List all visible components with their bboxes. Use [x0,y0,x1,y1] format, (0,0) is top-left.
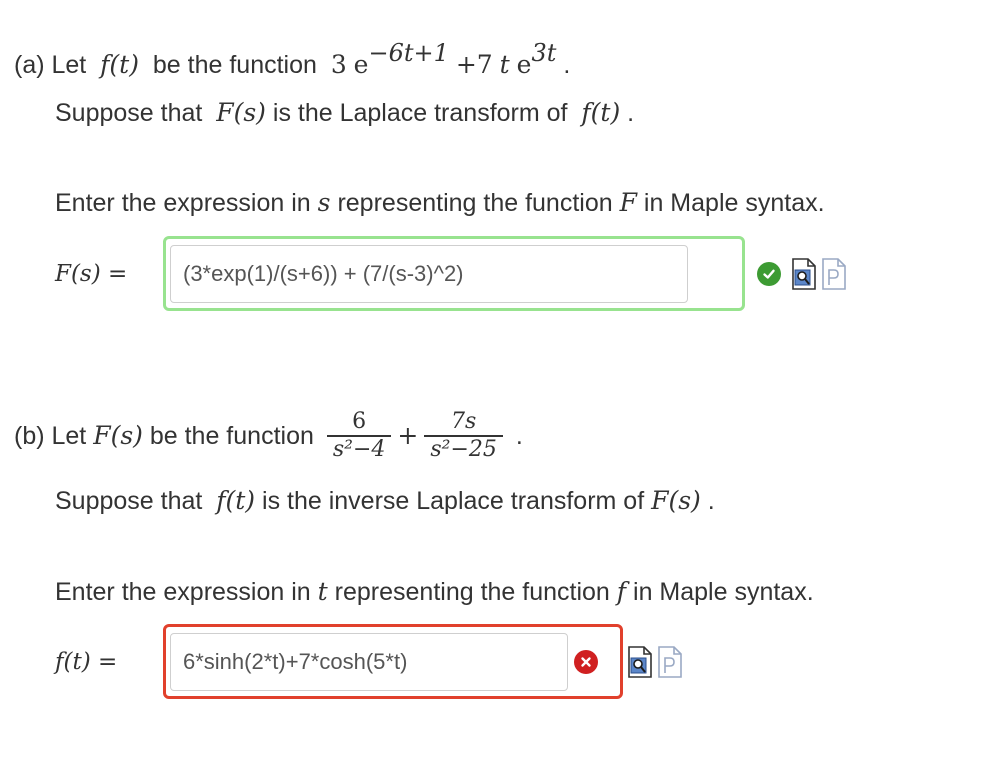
part-a-answer-frame-correct [163,236,745,311]
part-a-instruction-suffix: in Maple syntax. [643,189,825,217]
part-b-answer-row: f(t) = [55,624,683,699]
part-b-plus: + [397,420,419,450]
part-b-suppose-middle: is the inverse Laplace transform of [262,487,645,515]
part-a-instruction-middle: representing the function [337,189,613,217]
part-a-t: t [499,50,510,79]
part-a-exp2: 3t [531,39,557,67]
part-a-suppose-symbol: F(s) [216,98,266,127]
part-b-instruction: Enter the expression in t representing t… [55,577,814,607]
part-b-instruction-prefix: Enter the expression in [55,578,311,606]
part-a-answer-input[interactable] [170,244,688,303]
part-b-frac2-numerator: 7s [450,409,477,434]
part-a-plus-term: +7 [455,50,493,79]
part-b-suppose-statement: Suppose that f(t) is the inverse Laplace… [55,486,715,516]
part-b-fraction-2: 7s s²−25 [424,409,503,463]
part-b-intro-middle: be the function [149,421,314,450]
part-b-instruction-suffix: in Maple syntax. [633,578,814,606]
part-b-intro-prefix: (b) Let [14,421,87,450]
part-a-suppose-statement: Suppose that F(s) is the Laplace transfo… [55,98,634,128]
part-b-suppose-symbol2: F(s) [651,486,701,515]
part-b-problem-statement: (b) Let F(s) be the function 6 s²−4 + 7s… [14,409,523,463]
part-a-instruction-var: s [317,188,331,217]
part-a-intro-middle: be the function [152,51,317,79]
part-a-exp1: −6t+1 [368,39,449,67]
part-a-suppose-symbol2: f(t) [581,98,621,127]
part-a-func-period: . [563,51,571,79]
check-circle-icon [757,261,781,286]
part-a-intro-prefix: (a) Let [14,51,87,79]
preview-document-icon[interactable] [627,645,653,679]
part-b-function-symbol: F(s) [93,420,143,450]
part-a-coef1: 3 [330,50,347,79]
part-b-instruction-middle: representing the function [334,578,610,606]
part-b-fraction-1: 6 s²−4 [326,409,392,463]
part-a-problem-statement: (a) Let f(t) be the function 3 e−6t+1 +7… [14,39,571,80]
part-a-answer-label: F(s) = [55,260,128,287]
part-b-answer-label: f(t) = [55,648,118,675]
part-a-base2: e [516,50,532,79]
part-b-frac1-denominator: s²−4 [332,436,386,462]
part-b-instruction-var: t [317,577,328,606]
part-b-func-period: . [515,421,523,450]
part-a-function-symbol: f(t) [100,50,139,79]
preview-document-icon[interactable] [791,257,817,291]
part-b-frac1-numerator: 6 [352,409,367,434]
part-b-instruction-func: f [616,577,627,606]
maple-document-icon[interactable] [657,645,683,679]
part-a-instruction: Enter the expression in s representing t… [55,188,825,218]
part-a-instruction-prefix: Enter the expression in [55,189,311,217]
part-b-frac2-denominator: s²−25 [430,436,497,462]
part-b-answer-frame-incorrect [163,624,623,699]
part-b-suppose-period: . [707,487,715,515]
part-a-instruction-func: F [619,188,637,217]
part-b-answer-input[interactable] [170,632,568,691]
part-b-suppose-prefix: Suppose that [55,487,203,515]
part-a-suppose-middle: is the Laplace transform of [272,99,568,127]
part-a-answer-row: F(s) = [55,236,847,311]
part-b-suppose-symbol: f(t) [216,486,256,515]
part-a-base1: e [353,50,369,79]
part-a-suppose-period: . [627,99,635,127]
maple-document-icon[interactable] [821,257,847,291]
x-circle-icon [574,649,598,674]
part-a-suppose-prefix: Suppose that [55,99,203,127]
